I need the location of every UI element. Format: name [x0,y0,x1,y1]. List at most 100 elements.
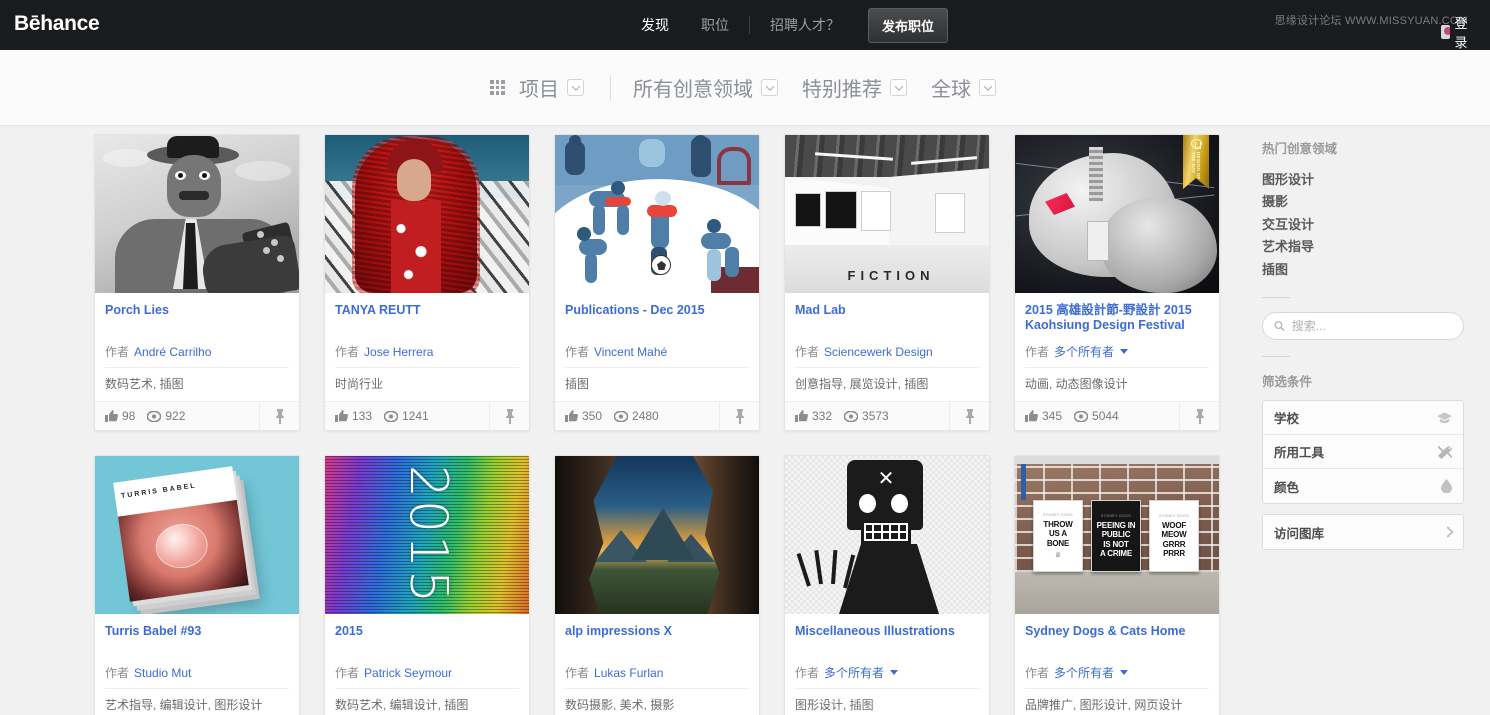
filter-group-gallery: 访问图库 [1262,514,1464,551]
owner-name[interactable]: Studio Mut [134,666,191,680]
artwork-sydney-dogs-cats-home: SYDNEY DOGS THROW US A BONE ♕ SYDNEY DOG… [1015,456,1219,614]
project-title[interactable]: Miscellaneous Illustrations [795,624,979,654]
project-thumbnail[interactable] [95,135,299,293]
project-card[interactable]: 2015 2015 作者 Patrick Seymour 数码艺术, 编辑设计,… [324,455,530,715]
view-count: 5044 [1092,409,1119,423]
project-card[interactable]: alp impressions X 作者 Lukas Furlan 数码摄影, … [554,455,760,715]
nav-link-discover[interactable]: 发现 [625,0,685,50]
project-title[interactable]: Publications - Dec 2015 [565,303,749,333]
pin-button[interactable] [489,401,529,430]
project-fields: 品牌推广, 图形设计, 网页设计 [1025,698,1183,712]
project-card[interactable]: FICTION Mad Lab 作者 Sciencewerk Design 创意… [784,134,990,431]
owner-name[interactable]: Patrick Seymour [364,666,452,680]
owner-name[interactable]: André Carrilho [134,345,211,359]
filter-item-tools[interactable]: 所用工具 [1263,435,1463,470]
filter-featured[interactable]: 特别推荐 [802,73,907,102]
login-area[interactable]: 登录 [1440,13,1472,51]
nav-divider [749,16,750,34]
chevron-down-icon[interactable] [979,79,996,96]
project-card[interactable]: DESIGN OF THE DAY 2015 高雄設計節-野設計 2015 Ka… [1014,134,1220,431]
project-owner-row: 作者 Lukas Furlan [565,658,749,689]
project-card[interactable]: Porch Lies 作者 André Carrilho 数码艺术, 插图 98 [94,134,300,431]
owner-name[interactable]: Lukas Furlan [594,666,663,680]
view-count: 3573 [862,409,889,423]
project-thumbnail[interactable]: DESIGN OF THE DAY [1015,135,1219,293]
pin-button[interactable] [719,401,759,430]
owner-name[interactable]: Sciencewerk Design [824,345,933,359]
project-card[interactable]: TURRIS BABEL Turris Babel #93 作者 Studio … [94,455,300,715]
project-title[interactable]: 2015 高雄設計節-野設計 2015 Kaohsiung Design Fes… [1025,303,1209,333]
owner-name[interactable]: 多个所有者 [1054,343,1114,360]
owner-name[interactable]: Jose Herrera [364,345,433,359]
project-thumbnail[interactable]: 2015 [325,456,529,614]
visit-gallery-item[interactable]: 访问图库 [1263,515,1463,550]
sidebar-item-interaction-design[interactable]: 交互设计 [1262,214,1472,236]
page-body: Porch Lies 作者 André Carrilho 数码艺术, 插图 98 [0,126,1490,715]
filter-item-color[interactable]: 颜色 [1263,469,1463,504]
project-title[interactable]: 2015 [335,624,519,654]
chevron-down-icon[interactable] [1120,349,1129,354]
visit-gallery-label: 访问图库 [1274,526,1325,541]
project-fields: 创意指导, 展览设计, 插图 [795,377,929,391]
project-title[interactable]: Turris Babel #93 [105,624,289,654]
filter-creative-fields-label: 所有创意领域 [633,79,753,101]
chevron-down-icon[interactable] [890,670,899,675]
project-thumbnail[interactable]: SYDNEY DOGS THROW US A BONE ♕ SYDNEY DOG… [1015,456,1219,614]
poster-caption: SYDNEY DOGS [1158,513,1189,518]
project-thumbnail[interactable] [325,135,529,293]
project-title[interactable]: Sydney Dogs & Cats Home [1025,624,1209,654]
project-title[interactable]: Mad Lab [795,303,979,333]
project-title[interactable]: Porch Lies [105,303,289,333]
owner-prefix: 作者 [795,666,820,680]
project-thumbnail[interactable] [555,135,759,293]
artwork-publications [555,135,759,293]
owner-name[interactable]: 多个所有者 [824,664,884,681]
login-label[interactable]: 登录 [1454,13,1472,51]
view-stat: 1241 [384,409,429,423]
sidebar-item-graphic-design[interactable]: 图形设计 [1262,169,1472,191]
project-thumbnail[interactable]: FICTION [785,135,989,293]
project-owner-row: 作者 多个所有者 [1025,658,1209,689]
filter-item-school[interactable]: 学校 [1263,401,1463,436]
chevron-down-icon[interactable] [761,79,778,96]
artwork-turris-babel: TURRIS BABEL [95,456,299,614]
post-job-button[interactable]: 发布职位 [868,7,949,43]
chevron-down-icon[interactable] [890,79,907,96]
project-card[interactable]: TANYA REUTT 作者 Jose Herrera 时尚行业 133 124… [324,134,530,431]
pin-button[interactable] [949,401,989,430]
project-card[interactable]: SYDNEY DOGS THROW US A BONE ♕ SYDNEY DOG… [1014,455,1220,715]
pin-button[interactable] [1179,401,1219,430]
project-thumbnail[interactable]: TURRIS BABEL [95,456,299,614]
filter-location-label: 全球 [931,79,971,101]
search-input[interactable] [1291,319,1452,334]
project-thumbnail[interactable] [555,456,759,614]
project-card[interactable]: ✕ Miscellaneous Illustrations 作者 多个所有者 图… [784,455,990,715]
sidebar-item-illustration[interactable]: 插图 [1262,259,1472,281]
pin-button[interactable] [259,401,299,430]
nav-link-hire-talent[interactable]: 招聘人才？ [754,0,856,50]
chevron-down-icon[interactable] [1120,670,1129,675]
sidebar-search[interactable] [1262,312,1464,341]
sidebar-item-art-direction[interactable]: 艺术指导 [1262,236,1472,258]
poster-text: A CRIME [1099,549,1133,558]
project-card[interactable]: Publications - Dec 2015 作者 Vincent Mahé … [554,134,760,431]
sidebar-item-photography[interactable]: 摄影 [1262,191,1472,213]
project-title[interactable]: alp impressions X [565,624,749,654]
sidebar-divider [1262,297,1290,299]
owner-name[interactable]: 多个所有者 [1054,664,1114,681]
project-fields: 插图 [565,377,590,391]
artwork-text: 2015 [397,464,458,606]
thumbs-up-icon [795,410,808,422]
filter-creative-fields[interactable]: 所有创意领域 [633,73,778,102]
owner-name[interactable]: Vincent Mahé [594,345,667,359]
nav-link-jobs[interactable]: 职位 [685,0,745,50]
project-thumbnail[interactable]: ✕ [785,456,989,614]
project-owner-row: 作者 André Carrilho [105,337,289,368]
project-title[interactable]: TANYA REUTT [335,303,519,333]
filter-projects[interactable]: 项目 [519,73,584,102]
behance-logo[interactable]: Bēhance [14,12,100,36]
filter-location[interactable]: 全球 [931,73,996,102]
tools-icon [1438,445,1452,459]
grid-view-icon[interactable] [490,80,505,95]
chevron-down-icon[interactable] [567,79,584,96]
